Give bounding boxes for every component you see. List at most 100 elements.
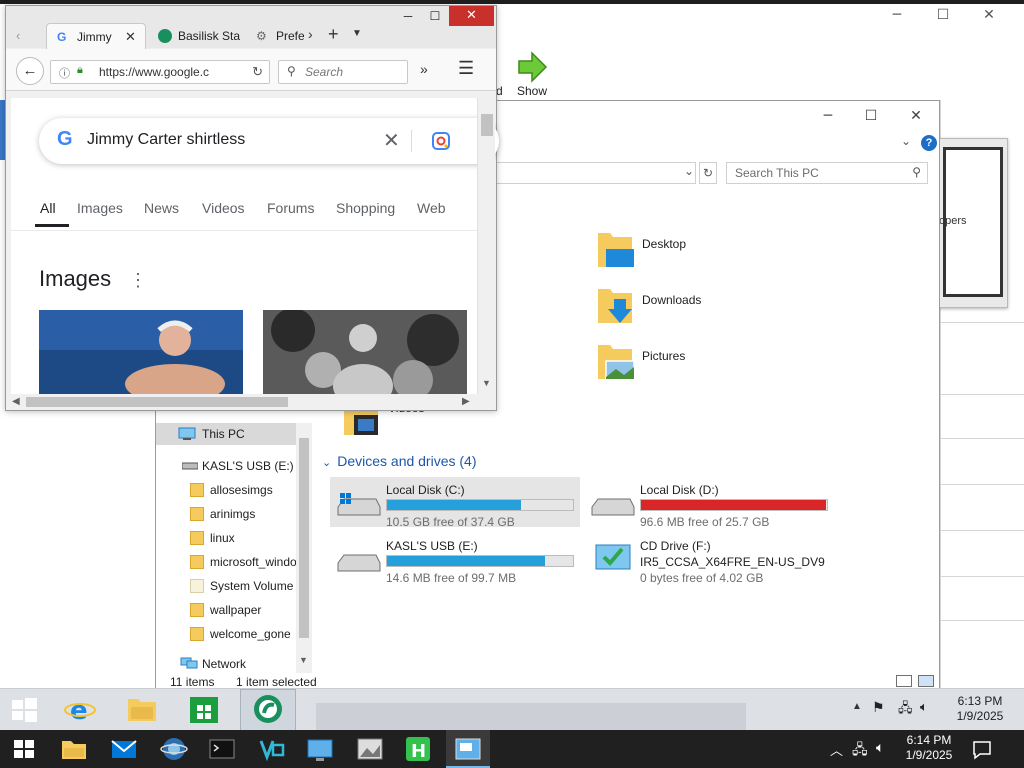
scroll-down-icon[interactable]: ▼ xyxy=(482,378,491,388)
vm-clock[interactable]: 6:13 PM 1/9/2025 xyxy=(950,694,1010,724)
network-tray-icon[interactable]: 🖧︎ xyxy=(898,699,913,721)
hyper-app-icon[interactable]: H xyxy=(402,733,434,765)
nav-item-usb[interactable]: KASL'S USB (E:) xyxy=(182,455,338,477)
basilisk-browser-icon[interactable] xyxy=(252,693,284,725)
mail-icon[interactable] xyxy=(108,733,140,765)
result-tab-all[interactable]: All xyxy=(40,200,56,216)
notifications-icon[interactable] xyxy=(966,733,998,765)
back-arrow-icon[interactable]: ← xyxy=(16,57,44,85)
drive-e[interactable]: KASL'S USB (E:) 14.6 MB free of 99.7 MB xyxy=(330,533,580,585)
windows-start-icon[interactable] xyxy=(8,733,40,765)
store-icon[interactable] xyxy=(188,693,220,725)
tab-basilisk[interactable]: Basilisk Sta xyxy=(152,23,240,49)
tab-google[interactable]: G Jimmy ✕ xyxy=(46,23,146,49)
page-vertical-scrollbar[interactable]: ▼ xyxy=(477,98,495,394)
terminal-icon[interactable] xyxy=(206,733,238,765)
scroll-right-icon[interactable]: ▶ xyxy=(462,396,470,407)
vm-maximize-button[interactable]: ☐ xyxy=(920,4,966,28)
page-horizontal-scrollbar[interactable]: ◀ ▶ xyxy=(6,394,477,410)
help-icon[interactable]: ? xyxy=(921,135,937,151)
nav-scrollbar[interactable]: ▼ xyxy=(296,423,312,673)
search-this-pc-input[interactable]: Search This PC ⚲ xyxy=(726,162,928,184)
nav-item-folder[interactable]: allosesimgs xyxy=(190,479,346,501)
result-tab-images[interactable]: Images xyxy=(77,200,123,216)
show-hidden-icons[interactable]: ▲ xyxy=(852,701,862,712)
remote-desktop-icon[interactable] xyxy=(304,733,336,765)
overflow-chevron-icon[interactable]: » xyxy=(420,61,428,77)
explorer-minimize-button[interactable]: ─ xyxy=(805,103,851,129)
ribbon-show-button[interactable]: Show xyxy=(508,48,556,100)
result-tab-shopping[interactable]: Shopping xyxy=(336,200,395,216)
large-icons-view-icon[interactable] xyxy=(918,675,934,687)
more-options-icon[interactable]: ⋮ xyxy=(129,270,147,291)
google-search-box[interactable]: G Jimmy Carter shirtless ✕ xyxy=(39,118,499,164)
image-result-1[interactable] xyxy=(39,310,243,404)
folder-pictures[interactable]: Pictures xyxy=(596,341,796,385)
flag-icon[interactable]: ⚑ xyxy=(872,699,885,716)
browser-search-input[interactable]: ⚲ Search xyxy=(278,60,408,84)
tab-scroll-left-icon[interactable]: ‹ xyxy=(16,28,20,43)
internet-explorer-icon[interactable]: e xyxy=(64,693,96,725)
file-explorer-icon[interactable] xyxy=(58,733,90,765)
scroll-left-icon[interactable]: ◀ xyxy=(12,396,20,407)
nav-label: welcome_gone xyxy=(210,627,291,641)
browser-close-button[interactable]: ✕ xyxy=(449,6,494,26)
refresh-icon[interactable]: ↻ xyxy=(699,162,717,184)
drive-f[interactable]: CD Drive (F:) IR5_CCSA_X64FRE_EN-US_DV9 … xyxy=(584,533,884,585)
vm-connection-icon[interactable] xyxy=(452,733,484,765)
info-icon[interactable]: ⓘ xyxy=(59,65,70,81)
address-dropdown-icon[interactable]: ⌄ xyxy=(684,164,694,178)
image-viewer-icon[interactable] xyxy=(354,733,386,765)
explorer-maximize-button[interactable]: ☐ xyxy=(848,103,894,129)
clear-search-icon[interactable]: ✕ xyxy=(383,128,400,153)
host-clock[interactable]: 6:14 PM 1/9/2025 xyxy=(898,733,960,763)
preview-thumbnail[interactable]: opers xyxy=(938,138,1008,308)
nav-item-folder[interactable]: welcome_gone xyxy=(190,623,346,645)
tab-close-icon[interactable]: ✕ xyxy=(125,24,136,49)
vm-close-button[interactable]: ✕ xyxy=(966,4,1012,28)
menu-icon[interactable]: ☰ xyxy=(458,58,474,79)
ribbon-expand-icon[interactable]: ⌄ xyxy=(901,134,911,148)
vmware-icon[interactable] xyxy=(255,733,287,765)
nav-item-network[interactable]: Network xyxy=(180,655,336,673)
volume-icon[interactable]: 🔈︎ xyxy=(920,699,928,715)
reload-icon[interactable]: ↻ xyxy=(252,64,263,80)
nav-item-folder[interactable]: arinimgs xyxy=(190,503,346,525)
file-explorer-icon[interactable] xyxy=(126,693,158,725)
drive-c[interactable]: Local Disk (C:) 10.5 GB free of 37.4 GB xyxy=(330,477,580,529)
scroll-down-icon[interactable]: ▼ xyxy=(299,655,308,665)
nav-scroll-thumb[interactable] xyxy=(299,438,309,638)
details-view-icon[interactable] xyxy=(896,675,912,687)
horizontal-scroll-thumb[interactable] xyxy=(26,397,288,407)
vertical-scroll-thumb[interactable] xyxy=(481,114,493,136)
network-tray-icon[interactable]: 🖧︎ xyxy=(852,739,868,763)
folder-desktop[interactable]: Desktop xyxy=(596,229,796,273)
explorer-close-button[interactable]: ✕ xyxy=(893,103,939,129)
vm-minimize-button[interactable]: ─ xyxy=(874,4,920,28)
devices-section-header[interactable]: ⌄ Devices and drives (4) xyxy=(322,453,477,469)
windows-start-icon[interactable] xyxy=(8,694,40,726)
nav-item-folder[interactable]: wallpaper xyxy=(190,599,346,621)
folder-downloads[interactable]: Downloads xyxy=(596,285,796,329)
result-tab-web[interactable]: Web xyxy=(417,200,446,216)
nav-item-folder[interactable]: linux xyxy=(190,527,346,549)
new-tab-icon[interactable]: + xyxy=(328,24,339,45)
tab-scroll-right-icon[interactable]: › xyxy=(308,26,313,42)
collapse-chevron-icon[interactable]: ⌄ xyxy=(322,457,331,469)
google-lens-icon[interactable] xyxy=(431,131,451,151)
globe-browser-icon[interactable] xyxy=(158,733,190,765)
browser-maximize-button[interactable]: ☐ xyxy=(423,6,447,26)
nav-item-folder[interactable]: microsoft_windo xyxy=(190,551,296,573)
browser-minimize-button[interactable]: ─ xyxy=(396,6,420,26)
result-tab-forums[interactable]: Forums xyxy=(267,200,314,216)
tab-preferences[interactable]: ⚙ Prefe xyxy=(252,23,304,49)
tab-list-icon[interactable]: ▼ xyxy=(352,28,362,39)
volume-icon[interactable]: 🔈︎ xyxy=(876,739,884,756)
result-tab-news[interactable]: News xyxy=(144,200,179,216)
result-tab-videos[interactable]: Videos xyxy=(202,200,245,216)
nav-item-folder[interactable]: System Volume I xyxy=(190,575,296,597)
image-result-2[interactable] xyxy=(263,310,467,394)
show-hidden-icons[interactable]: ︿ xyxy=(830,740,843,759)
drive-d[interactable]: Local Disk (D:) 96.6 MB free of 25.7 GB xyxy=(584,477,834,529)
url-bar[interactable]: ⓘ 🔒︎ https://www.google.c ↻ xyxy=(50,60,270,84)
